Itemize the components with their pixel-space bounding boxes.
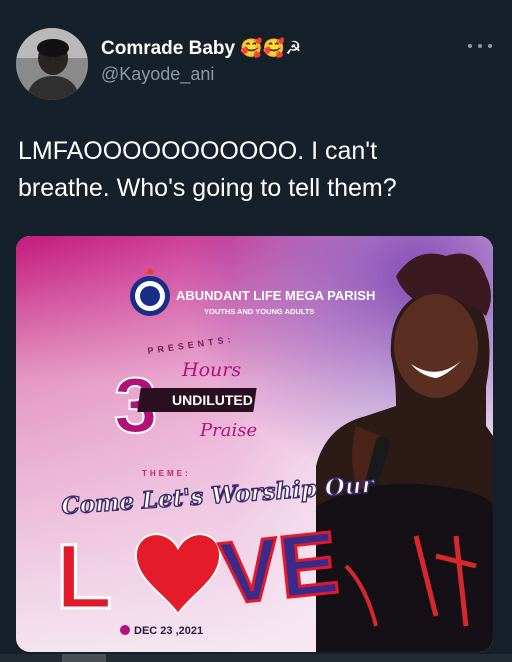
tweet-text-line: LMFAOOOOOOOOOOO. I can't [18,137,378,165]
tweet-text: LMFAOOOOOOOOOOO. I can't breathe. Who's … [18,133,498,207]
tweet-media-image[interactable]: ABUNDANT LIFE MEGA PARISH YOUTHS AND YOU… [16,236,493,652]
flyer-praise: Praise [199,420,257,441]
calendar-icon [120,625,130,635]
flyer-love-ve: VE [216,512,343,623]
flyer-undiluted: UNDILUTED [172,392,253,408]
display-name-emojis: 🥰🥰☭ [240,38,302,58]
flyer-hours: Hours [181,359,241,381]
tweet[interactable]: Comrade Baby 🥰🥰☭ @Kayode_ani LMFAOOOOOOO… [0,0,512,662]
display-name[interactable]: Comrade Baby 🥰🥰☭ [101,38,301,60]
more-options-icon[interactable] [468,40,492,52]
flyer-theme-label: THEME: [142,469,191,478]
flyer-group-name: YOUTHS AND YOUNG ADULTS [204,307,314,316]
flyer-date: DEC 23 ,2021 [134,625,203,637]
flyer-parish-name: ABUNDANT LIFE MEGA PARISH [176,288,375,303]
user-handle[interactable]: @Kayode_ani [101,64,214,85]
scrollbar-thumb[interactable] [62,654,106,662]
event-flyer: ABUNDANT LIFE MEGA PARISH YOUTHS AND YOU… [16,236,493,652]
display-name-text: Comrade Baby [101,38,236,59]
flyer-love-l: L [56,526,112,628]
tweet-text-line: breathe. Who's going to tell them? [18,174,397,202]
avatar[interactable] [16,28,88,100]
bottom-scrollbar[interactable] [0,654,512,662]
